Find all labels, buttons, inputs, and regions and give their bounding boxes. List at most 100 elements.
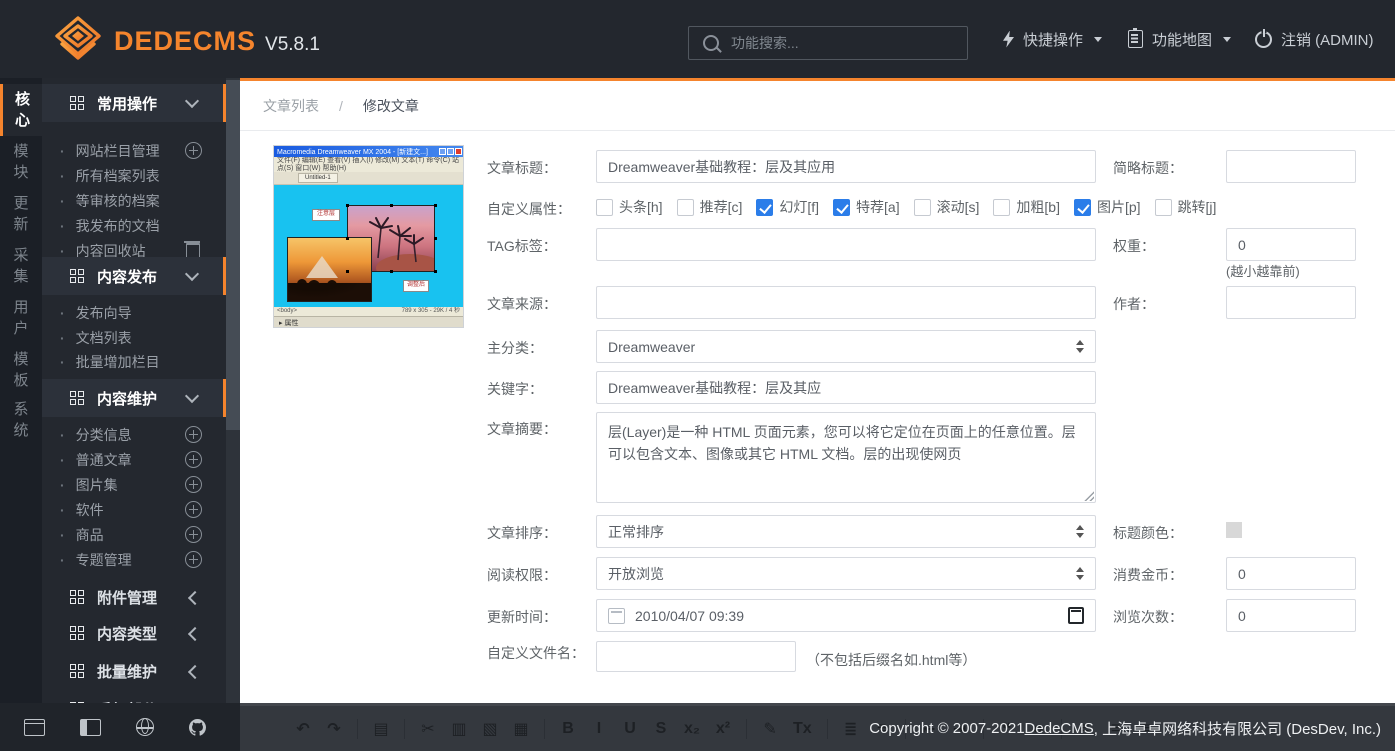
checkbox[interactable] (833, 199, 850, 216)
section-content-maintain[interactable]: 内容维护 (42, 379, 226, 417)
views-input[interactable] (1226, 599, 1356, 632)
paste-button[interactable]: ▧ (482, 719, 498, 739)
redo-button[interactable]: ↷ (326, 719, 342, 739)
scrollbar-thumb[interactable] (226, 80, 240, 430)
subscript-button[interactable]: x₂ (684, 720, 700, 738)
article-title-input[interactable] (596, 150, 1096, 183)
rail-item-system[interactable]: 系统 (0, 400, 42, 440)
checkbox[interactable] (914, 199, 931, 216)
read-access-select[interactable]: 开放浏览 (596, 557, 1096, 590)
sidebar-scrollbar[interactable] (226, 78, 240, 703)
logout-button[interactable]: 注销 (ADMIN) (1255, 0, 1374, 78)
plus-circle-icon[interactable] (185, 501, 202, 518)
plus-circle-icon[interactable] (185, 142, 202, 159)
sidebar-item-classified-info[interactable]: 分类信息 (42, 422, 226, 447)
checkbox[interactable] (596, 199, 613, 216)
checkbox[interactable] (993, 199, 1010, 216)
section-content-publish[interactable]: 内容发布 (42, 257, 226, 295)
strikethrough-button[interactable]: S (653, 720, 669, 738)
keywords-input[interactable] (596, 371, 1096, 404)
plus-circle-icon[interactable] (185, 451, 202, 468)
quick-actions-menu[interactable]: 快捷操作 (1003, 0, 1102, 78)
breadcrumb-article-list[interactable]: 文章列表 (263, 96, 319, 116)
rail-item-core[interactable]: 核心 (0, 84, 42, 136)
plus-circle-icon[interactable] (185, 476, 202, 493)
sidebar-item-pending-archives[interactable]: 等审核的档案 (42, 188, 226, 213)
sidebar-item-software[interactable]: 软件 (42, 497, 226, 522)
sidebar-item-publish-wizard[interactable]: 发布向导 (42, 300, 226, 325)
category-select[interactable]: Dreamweaver (596, 330, 1096, 363)
coin-input[interactable] (1226, 557, 1356, 590)
search-input[interactable] (729, 34, 967, 52)
attr-slideshow[interactable]: 幻灯[f] (756, 197, 819, 217)
checkbox[interactable] (677, 199, 694, 216)
update-time-picker[interactable]: 2010/04/07 09:39 (596, 599, 1096, 632)
globe-icon[interactable] (136, 718, 154, 736)
superscript-button[interactable]: x² (715, 720, 731, 738)
checkbox[interactable] (1155, 199, 1172, 216)
trash-icon[interactable] (186, 243, 200, 258)
section-batch-maintain[interactable]: 批量维护 (42, 652, 226, 690)
attr-bold[interactable]: 加粗[b] (993, 197, 1060, 217)
author-input[interactable] (1226, 286, 1356, 319)
sidebar-item-my-documents[interactable]: 我发布的文档 (42, 213, 226, 238)
calendar-icon[interactable] (1068, 607, 1084, 624)
summary-textarea[interactable]: 层(Layer)是一种 HTML 页面元素，您可以将它定位在页面上的任意位置。层… (596, 412, 1096, 503)
sidebar-item-normal-article[interactable]: 普通文章 (42, 447, 226, 472)
feature-map-menu[interactable]: 功能地图 (1128, 0, 1231, 78)
sidebar-item-batch-add-columns[interactable]: 批量增加栏目 (42, 349, 226, 374)
chevron-left-icon (188, 627, 202, 641)
italic-button[interactable]: I (591, 720, 607, 738)
weight-input[interactable] (1226, 228, 1356, 261)
section-attachment-manage[interactable]: 附件管理 (42, 578, 226, 616)
attr-jump[interactable]: 跳转[j] (1155, 197, 1217, 217)
section-mobile[interactable]: 手机部分 (42, 690, 226, 703)
rail-item-user[interactable]: 用户 (0, 298, 42, 338)
attr-headline[interactable]: 头条[h] (596, 197, 663, 217)
attr-scroll[interactable]: 滚动[s] (914, 197, 980, 217)
checkbox[interactable] (756, 199, 773, 216)
sidebar-item-all-archives[interactable]: 所有档案列表 (42, 163, 226, 188)
checkbox[interactable] (1074, 199, 1091, 216)
attr-picture[interactable]: 图片[p] (1074, 197, 1141, 217)
sidebar-item-image-gallery[interactable]: 图片集 (42, 472, 226, 497)
underline-button[interactable]: U (622, 720, 638, 738)
filename-input[interactable] (596, 641, 796, 672)
source-input[interactable] (596, 286, 1096, 319)
section-content-type[interactable]: 内容类型 (42, 614, 226, 652)
plus-circle-icon[interactable] (185, 551, 202, 568)
ordered-list-button[interactable]: ≣ (843, 719, 859, 739)
title-color-swatch[interactable] (1226, 522, 1242, 538)
sidebar-item-document-list[interactable]: 文档列表 (42, 325, 226, 350)
format-brush-button[interactable]: ✎ (762, 719, 778, 739)
plus-circle-icon[interactable] (185, 526, 202, 543)
sidebar-item-product[interactable]: 商品 (42, 522, 226, 547)
window-icon[interactable] (24, 719, 45, 736)
rail-item-module[interactable]: 模块 (0, 142, 42, 182)
tags-input[interactable] (596, 228, 1096, 261)
filename-label: 自定义文件名： (487, 642, 587, 664)
rail-item-template[interactable]: 模板 (0, 350, 42, 390)
sidebar-item-topic-manage[interactable]: 专题管理 (42, 547, 226, 572)
cut-button[interactable]: ✂ (420, 719, 436, 739)
attr-special[interactable]: 特荐[a] (833, 197, 900, 217)
source-button[interactable]: ▤ (373, 719, 389, 739)
rail-item-update[interactable]: 更新 (0, 194, 42, 234)
source-label: 文章来源： (487, 294, 557, 314)
short-title-label: 简略标题： (1113, 158, 1183, 178)
attr-recommend[interactable]: 推荐[c] (677, 197, 743, 217)
github-icon[interactable] (189, 719, 206, 736)
copy-button[interactable]: ▥ (451, 719, 467, 739)
sidebar-item-site-columns[interactable]: 网站栏目管理 (42, 138, 226, 163)
rail-item-collect[interactable]: 采集 (0, 246, 42, 286)
bold-button[interactable]: B (560, 720, 576, 738)
paste-word-button[interactable]: ▦ (513, 719, 529, 739)
sort-select[interactable]: 正常排序 (596, 515, 1096, 548)
plus-circle-icon[interactable] (185, 426, 202, 443)
remove-format-button[interactable]: Tx (793, 720, 812, 738)
section-common-operations[interactable]: 常用操作 (42, 84, 226, 122)
panel-toggle-icon[interactable] (80, 719, 101, 736)
short-title-input[interactable] (1226, 150, 1356, 183)
dedecms-link[interactable]: DedeCMS (1025, 720, 1094, 737)
undo-button[interactable]: ↶ (295, 719, 311, 739)
